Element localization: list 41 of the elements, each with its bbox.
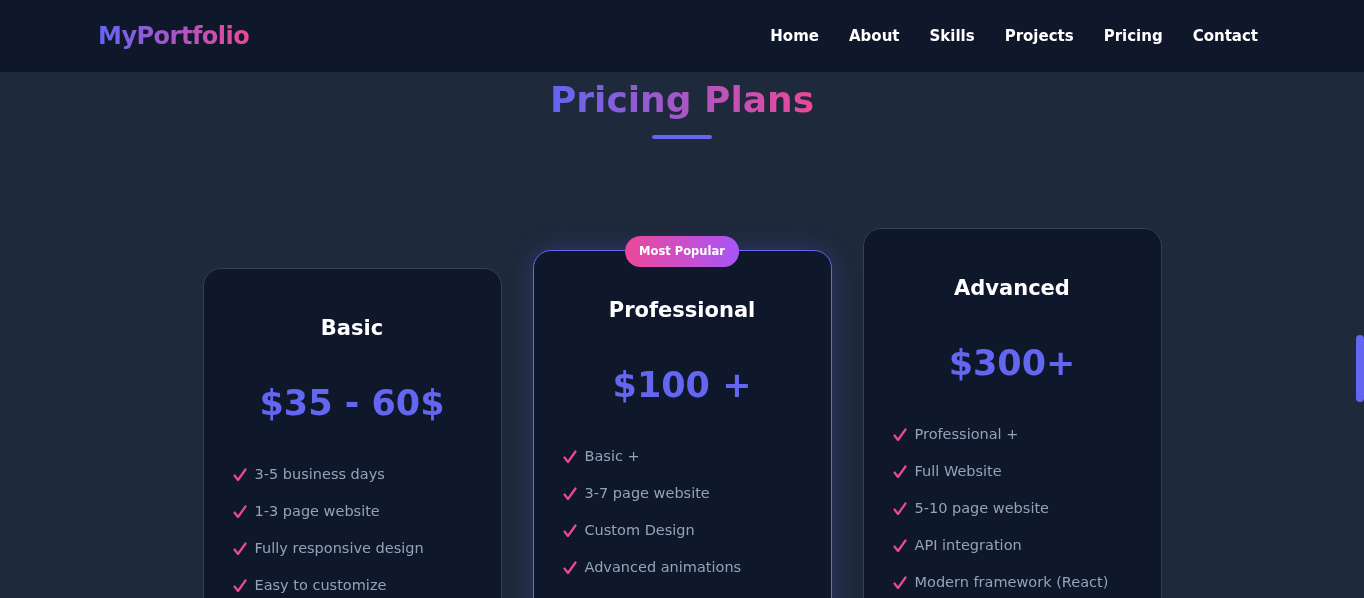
plan-name: Professional <box>607 297 757 325</box>
check-icon <box>232 504 247 519</box>
check-icon <box>892 538 907 553</box>
check-icon <box>232 467 247 482</box>
feature-text: Fully responsive design <box>254 538 424 558</box>
feature-text: 3-7 page website <box>584 483 710 503</box>
feature-text: Full Website <box>914 461 1002 481</box>
check-icon <box>232 578 247 593</box>
plan-price: $35 - 60$ <box>258 381 446 425</box>
feature-text: Basic + <box>584 446 640 466</box>
check-icon <box>562 560 577 575</box>
nav-link[interactable]: Home <box>770 24 819 48</box>
check-icon <box>562 486 577 501</box>
check-icon <box>892 575 907 590</box>
feature-text: Modern framework (React) <box>914 572 1109 592</box>
plan-name: Basic <box>319 315 385 343</box>
nav-link[interactable]: Pricing <box>1103 24 1163 48</box>
check-icon <box>562 523 577 538</box>
check-icon <box>892 501 907 516</box>
feature-text: Custom Design <box>584 520 695 540</box>
popular-badge: Most Popular <box>625 236 739 268</box>
check-icon <box>562 449 577 464</box>
check-icon <box>232 541 247 556</box>
plan-price: $300+ <box>947 341 1077 385</box>
check-icon <box>892 427 907 442</box>
nav-link[interactable]: About <box>849 24 900 48</box>
feature-text: Easy to customize <box>254 575 387 595</box>
nav-link[interactable]: Contact <box>1192 24 1258 48</box>
title-underline <box>652 135 712 140</box>
scrollbar-thumb[interactable] <box>1356 335 1364 402</box>
nav-link[interactable]: Skills <box>929 24 975 48</box>
feature-text: 3-5 business days <box>254 464 385 484</box>
feature-text: 5-10 page website <box>914 498 1049 518</box>
plan-name: Advanced <box>953 275 1071 303</box>
feature-text: Professional + <box>914 424 1019 444</box>
check-icon <box>892 464 907 479</box>
nav-link[interactable]: Projects <box>1004 24 1074 48</box>
feature-text: Advanced animations <box>584 557 742 577</box>
feature-text: 1-3 page website <box>254 501 380 521</box>
plan-price: $100 + <box>611 363 753 407</box>
feature-text: API integration <box>914 535 1022 555</box>
